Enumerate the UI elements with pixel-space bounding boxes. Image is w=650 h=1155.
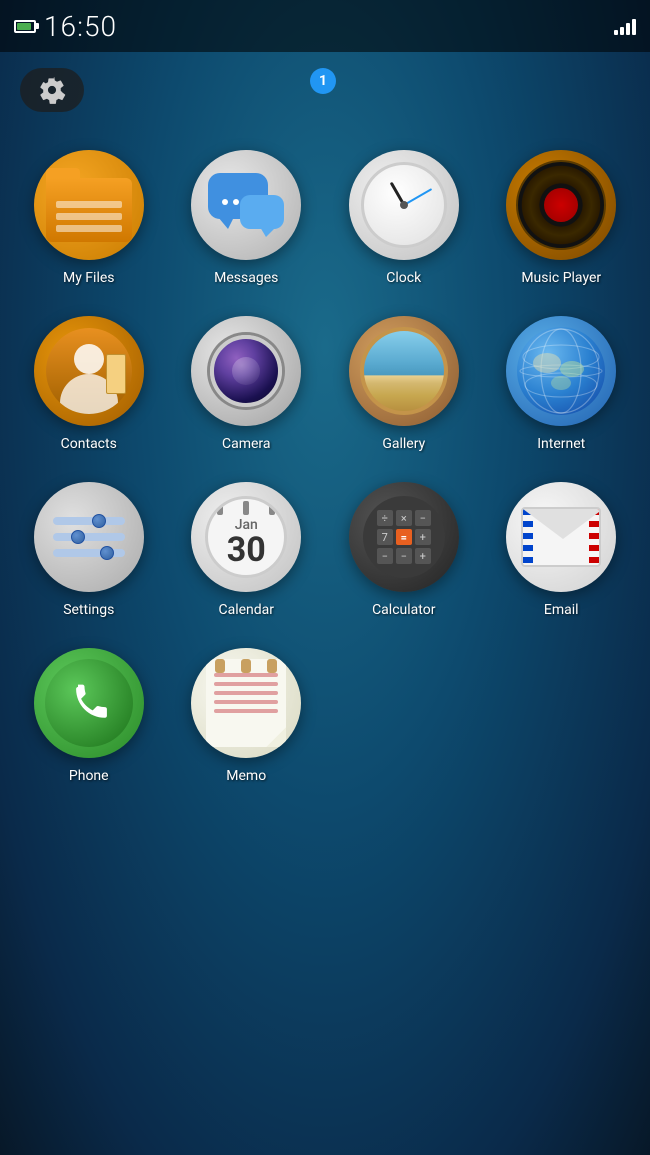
memo-icon [191,648,301,758]
app-label-memo: Memo [226,768,266,784]
email-graphic [521,507,601,567]
status-time: 16:50 [44,10,117,43]
messages-icon [191,150,301,260]
settings-icon [34,482,144,592]
camera-icon [191,316,301,426]
app-grid: My Files Messages [0,120,650,804]
app-label-email: Email [544,602,579,618]
gallery-scene-graphic [360,327,448,415]
globe-grid-svg [517,327,605,415]
contact-graphic [46,328,132,414]
app-item-clock[interactable]: Clock [325,150,483,286]
calendar-icon: Jan 30 [191,482,301,592]
app-item-calendar[interactable]: Jan 30 Calendar [168,482,326,618]
calculator-graphic: ÷ × − 7 = + − − + [363,496,445,578]
app-item-messages[interactable]: Messages [168,150,326,286]
contacts-icon [34,316,144,426]
status-bar: 16:50 [0,0,650,52]
app-item-contacts[interactable]: Contacts [10,316,168,452]
app-label-clock: Clock [386,270,421,286]
app-item-gallery[interactable]: Gallery [325,316,483,452]
app-label-messages: Messages [214,270,278,286]
app-label-calculator: Calculator [372,602,435,618]
app-item-myfiles[interactable]: My Files [10,150,168,286]
app-item-internet[interactable]: Internet [483,316,641,452]
vinyl-graphic [516,160,606,250]
clock-face [361,162,447,248]
calculator-icon: ÷ × − 7 = + − − + [349,482,459,592]
gear-icon [38,76,66,104]
app-label-phone: Phone [69,768,109,784]
signal-bars [614,17,636,35]
globe-graphic [517,327,605,415]
app-item-memo[interactable]: Memo [168,648,326,784]
app-item-phone[interactable]: Phone [10,648,168,784]
app-label-contacts: Contacts [61,436,117,452]
signal-bar-1 [614,30,618,35]
myfiles-icon [34,150,144,260]
camera-lens-graphic [210,335,282,407]
app-label-camera: Camera [222,436,271,452]
settings-sliders-graphic [49,513,129,561]
phone-icon [34,648,144,758]
memo-graphic [206,659,286,747]
internet-icon [506,316,616,426]
app-item-email[interactable]: Email [483,482,641,618]
notification-badge[interactable]: 1 [310,68,336,94]
status-left: 16:50 [14,10,117,43]
signal-bar-4 [632,19,636,35]
signal-bar-2 [620,27,624,35]
msg-bubbles-graphic [204,163,288,247]
battery-icon [14,20,36,33]
gallery-icon [349,316,459,426]
calendar-graphic: Jan 30 [205,496,287,578]
status-right [614,17,636,35]
phone-handset-icon [63,677,115,729]
email-icon [506,482,616,592]
app-label-settings: Settings [63,602,114,618]
app-label-myfiles: My Files [63,270,115,286]
app-label-internet: Internet [537,436,585,452]
folder-graphic [46,168,132,242]
app-item-calculator[interactable]: ÷ × − 7 = + − − + Calculator [325,482,483,618]
phone-graphic [45,659,133,747]
app-item-camera[interactable]: Camera [168,316,326,452]
signal-bar-3 [626,23,630,35]
app-label-calendar: Calendar [218,602,274,618]
music-icon [506,150,616,260]
settings-widget[interactable] [20,68,84,112]
calendar-day: 30 [227,533,266,567]
app-item-musicplayer[interactable]: Music Player [483,150,641,286]
app-label-musicplayer: Music Player [521,270,601,286]
clock-icon [349,150,459,260]
app-item-settings[interactable]: Settings [10,482,168,618]
app-label-gallery: Gallery [382,436,425,452]
